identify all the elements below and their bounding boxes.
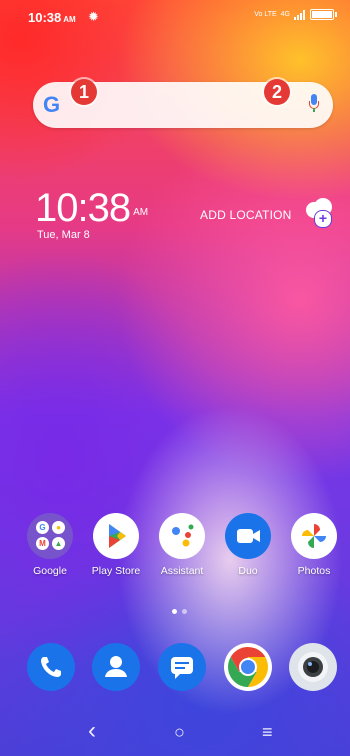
battery-level	[312, 11, 332, 18]
signal-icon	[294, 9, 305, 20]
app-duo[interactable]: Duo	[218, 513, 278, 577]
google-folder-icon: G ● M ▲	[27, 513, 73, 559]
home-screen: 10:38 AM ✹ Vo LTE 4G G 1 2 10:38 AM Tue, M…	[0, 0, 350, 756]
app-assistant[interactable]: Assistant	[152, 513, 212, 577]
status-time-ampm: AM	[63, 15, 76, 24]
volte-icon: Vo LTE	[254, 11, 277, 18]
add-weather-cloud-icon[interactable]: +	[300, 196, 336, 228]
page-dot-1	[172, 609, 177, 614]
system-icons: Vo LTE 4G	[254, 9, 337, 20]
page-indicator	[172, 609, 187, 614]
status-time: 10:38 AM	[28, 10, 76, 25]
google-logo-icon: G	[43, 92, 60, 118]
navigation-bar: ‹ ○ ≡	[0, 708, 350, 756]
phone-icon	[27, 643, 75, 691]
add-location-link[interactable]: ADD LOCATION	[200, 208, 292, 222]
clock-time: 10:38	[35, 186, 131, 230]
duo-icon	[225, 513, 271, 559]
dock-chrome[interactable]	[218, 643, 278, 691]
badge-2: 2	[264, 79, 290, 105]
play-store-icon	[93, 513, 139, 559]
dock-camera[interactable]	[283, 643, 343, 691]
app-label: Google	[33, 565, 67, 577]
app-google-folder[interactable]: G ● M ▲ Google	[20, 513, 80, 577]
clock-widget[interactable]: 10:38 AM	[35, 186, 148, 231]
back-button[interactable]: ‹	[88, 717, 96, 745]
page-dot-2	[182, 609, 187, 614]
app-photos[interactable]: Photos	[284, 513, 344, 577]
google-logo-letter: G	[43, 92, 61, 117]
app-label: Assistant	[160, 565, 204, 577]
clock-ampm: AM	[133, 207, 149, 218]
dock-contacts[interactable]	[86, 643, 146, 691]
camera-icon	[289, 643, 337, 691]
photos-icon	[291, 513, 337, 559]
status-time-value: 10:38	[28, 10, 62, 25]
app-label: Duo	[238, 565, 258, 577]
chrome-icon	[224, 643, 272, 691]
app-label: Photos	[297, 565, 331, 577]
battery-icon	[310, 9, 337, 20]
assistant-icon	[159, 513, 205, 559]
home-button[interactable]: ○	[174, 722, 185, 743]
contacts-icon	[92, 643, 140, 691]
app-label: Play Store	[91, 565, 141, 577]
recents-button[interactable]: ≡	[262, 722, 273, 743]
status-bar: 10:38 AM ✹ Vo LTE 4G	[0, 0, 350, 30]
clock-date[interactable]: Tue, Mar 8	[37, 229, 90, 241]
dock-messages[interactable]	[152, 643, 212, 691]
messages-icon	[158, 643, 206, 691]
app-play-store[interactable]: Play Store	[86, 513, 146, 577]
dock-phone[interactable]	[21, 643, 81, 691]
badge-1: 1	[71, 79, 97, 105]
microphone-icon[interactable]	[309, 94, 319, 112]
gear-icon: ✹	[88, 9, 99, 24]
network-type: 4G	[280, 11, 290, 18]
